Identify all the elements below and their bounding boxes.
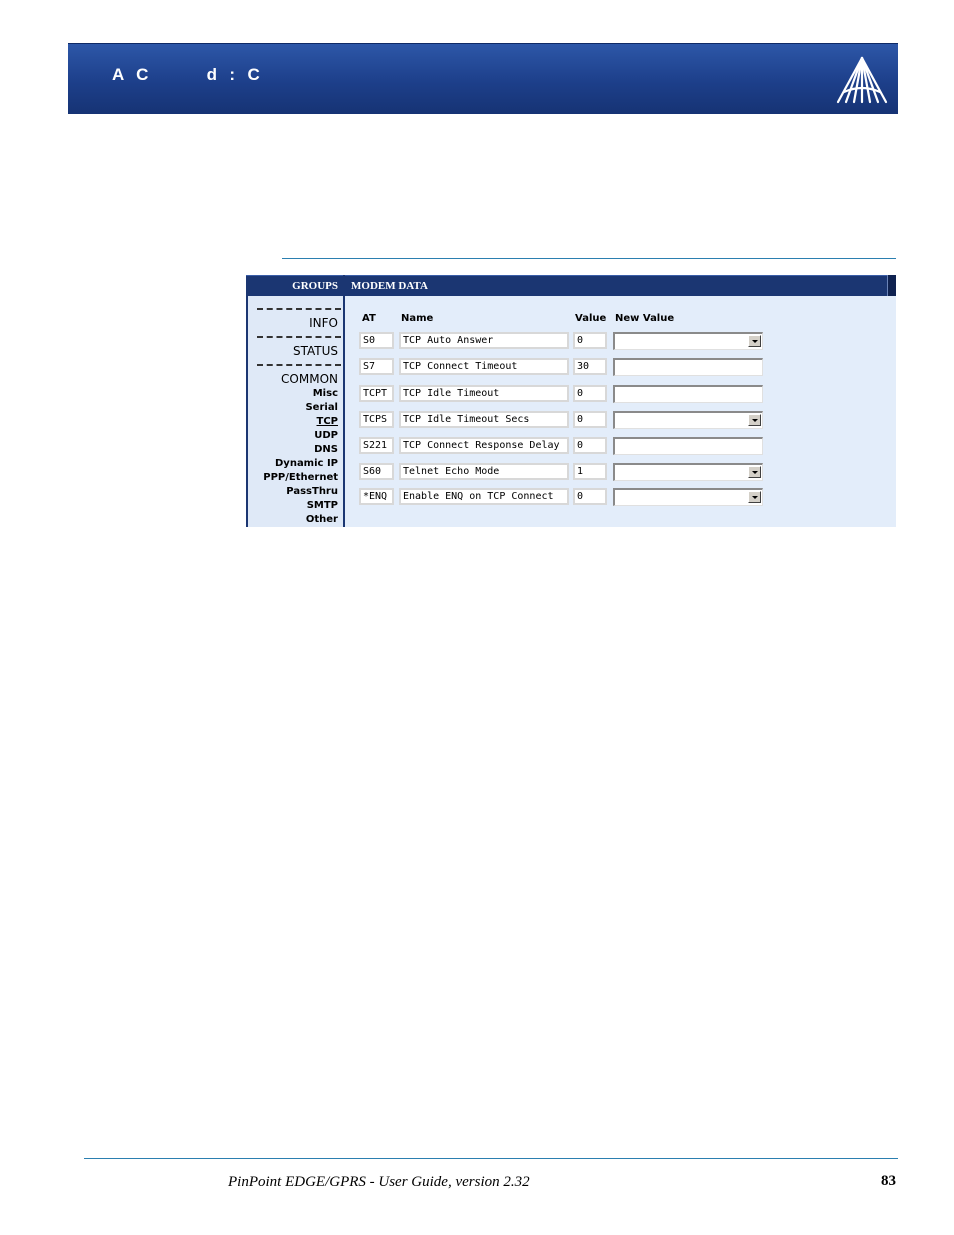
sidebar-item-passthru[interactable]: PassThru [286,486,338,497]
chevron-down-icon[interactable] [748,466,761,478]
sidebar-item-info[interactable]: INFO [309,316,338,330]
at-command-cell: S60 [359,463,394,480]
sidebar-item-common[interactable]: COMMON [281,372,338,386]
sidebar-item-tcp[interactable]: TCP [317,416,339,427]
new-value-input[interactable] [613,358,763,376]
chevron-down-icon[interactable] [748,491,761,503]
chevron-down-icon[interactable] [748,414,761,426]
separator-line [257,364,341,366]
page-header-banner: A C d : C [68,43,898,114]
current-value-cell: 0 [573,437,607,454]
sidebar-item-misc[interactable]: Misc [313,388,338,399]
current-value-cell: 30 [573,358,607,375]
section-divider [282,258,896,259]
modem-data-header: MODEM DATA [345,275,896,296]
at-command-cell: TCPT [359,385,394,402]
at-command-cell: TCPS [359,411,394,428]
new-value-select[interactable] [613,411,763,429]
sidebar-item-other[interactable]: Other [306,514,338,525]
current-value-cell: 0 [573,411,607,428]
new-value-select[interactable] [613,463,763,481]
separator-line [257,336,341,338]
setting-name-cell: TCP Auto Answer [399,332,569,349]
setting-name-cell: TCP Connect Response Delay [399,437,569,454]
setting-name-cell: Telnet Echo Mode [399,463,569,480]
new-value-input[interactable] [613,437,763,455]
current-value-cell: 0 [573,332,607,349]
setting-name-cell: TCP Idle Timeout [399,385,569,402]
sidebar-item-dns[interactable]: DNS [314,444,338,455]
setting-name-cell: TCP Connect Timeout [399,358,569,375]
sidebar-item-status[interactable]: STATUS [293,344,338,358]
column-header-name: Name [401,313,434,324]
current-value-cell: 1 [573,463,607,480]
column-header-at: AT [362,313,376,324]
groups-header: GROUPS [246,275,343,296]
new-value-input[interactable] [613,385,763,403]
header-end-cap [887,275,896,296]
at-command-cell: S0 [359,332,394,349]
groups-sidebar: INFO STATUS COMMON Misc Serial TCP UDP D… [246,296,343,527]
new-value-select[interactable] [613,488,763,506]
chapter-title: A C d : C [112,65,261,84]
new-value-select[interactable] [613,332,763,350]
current-value-cell: 0 [573,385,607,402]
setting-name-cell: Enable ENQ on TCP Connect [399,488,569,505]
at-command-cell: S7 [359,358,394,375]
page-number: 83 [881,1173,896,1189]
separator-line [257,308,341,310]
column-header-value: Value [575,313,607,324]
current-value-cell: 0 [573,488,607,505]
modem-data-table: AT Name Value New Value S0 TCP Auto Answ… [345,296,896,527]
company-logo-icon [836,56,888,104]
sidebar-item-dynamic-ip[interactable]: Dynamic IP [275,458,338,469]
column-header-new-value: New Value [615,313,675,324]
footer-divider [84,1158,898,1159]
sidebar-item-smtp[interactable]: SMTP [307,500,338,511]
modem-config-screenshot: GROUPS MODEM DATA INFO STATUS COMMON Mis… [246,275,896,527]
sidebar-item-udp[interactable]: UDP [314,430,338,441]
sidebar-item-serial[interactable]: Serial [305,402,338,413]
footer-guide-title: PinPoint EDGE/GPRS - User Guide, version… [228,1174,530,1190]
sidebar-item-ppp-ethernet[interactable]: PPP/Ethernet [263,472,338,483]
at-command-cell: *ENQ [359,488,394,505]
setting-name-cell: TCP Idle Timeout Secs [399,411,569,428]
chevron-down-icon[interactable] [748,335,761,347]
at-command-cell: S221 [359,437,394,454]
